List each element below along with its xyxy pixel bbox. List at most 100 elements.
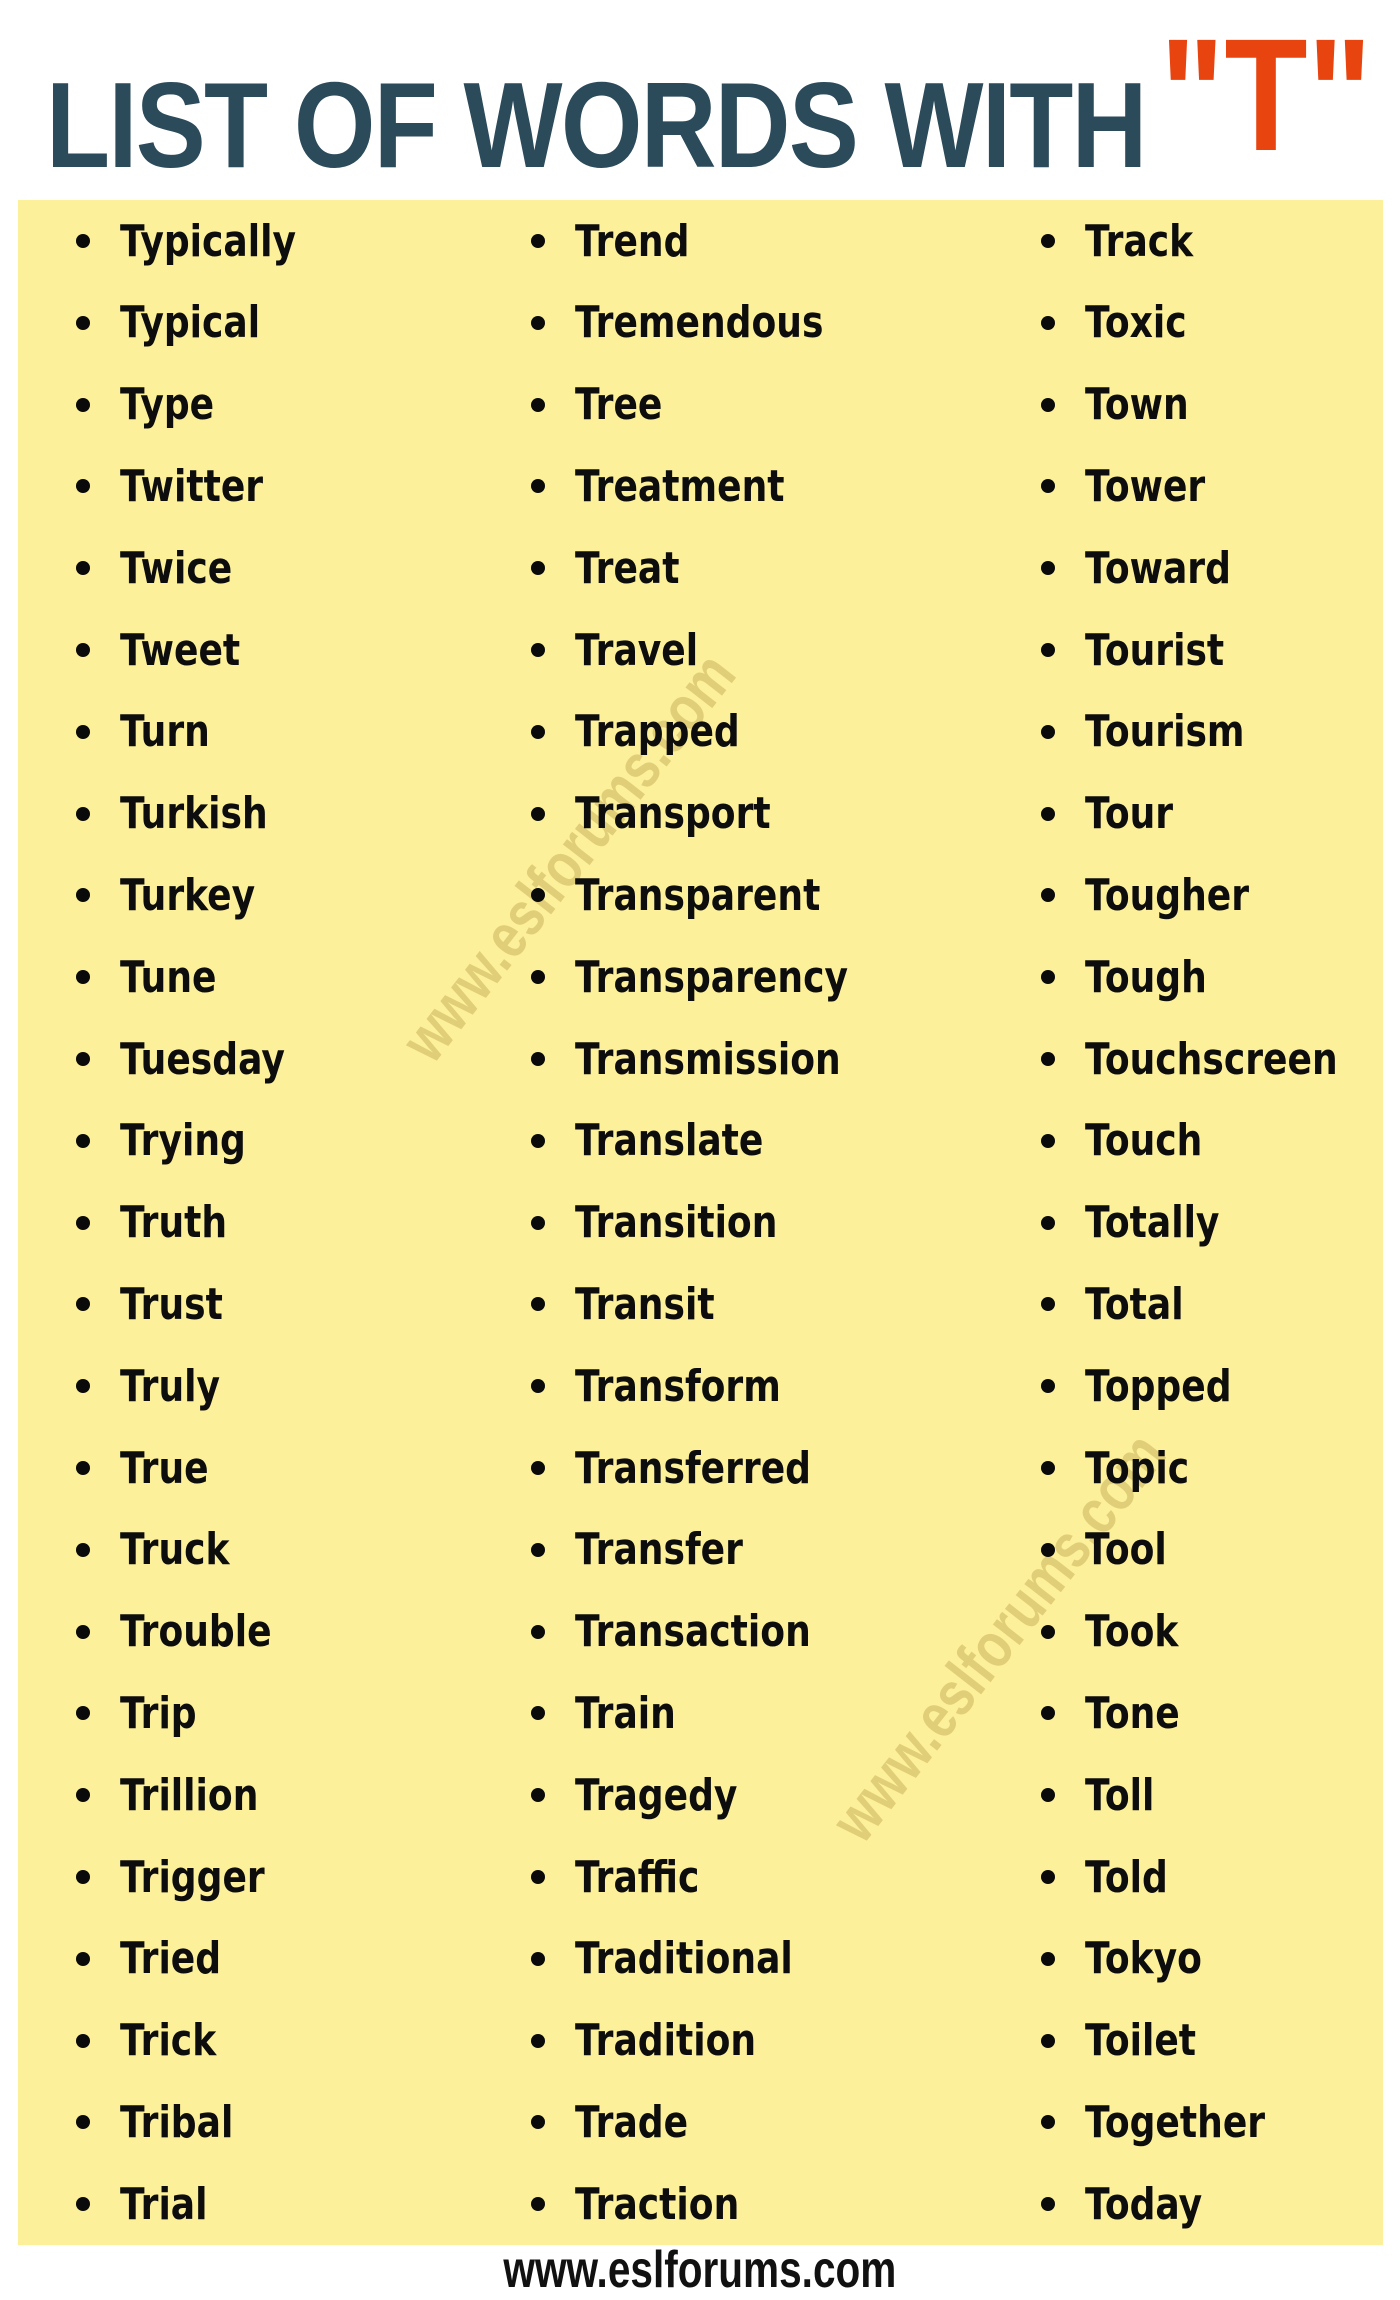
word-label: Tremendous [575,297,824,349]
list-item: Tourist [1041,609,1255,691]
bullet-icon [76,315,90,330]
word-label: Tried [120,1933,222,1985]
word-label: Tweet [120,624,241,676]
list-item: Tree [531,364,682,446]
bullet-icon [1041,1215,1055,1230]
list-item: Truly [76,1345,242,1427]
bullet-icon [1041,970,1055,985]
list-item: Translate [531,1100,805,1182]
word-label: Transition [575,1197,778,1249]
list-item: Turn [76,691,230,773]
bullet-icon [1041,2115,1055,2130]
bullet-icon [531,1052,545,1066]
word-label: Toll [1085,1769,1155,1821]
list-item: Transition [531,1182,822,1264]
word-label: Transport [575,788,771,840]
footer-url: www.eslforums.com [0,2240,1400,2300]
word-label: Touch [1085,1115,1203,1167]
list-item: Topic [1041,1427,1212,1509]
bullet-icon [1041,1706,1055,1721]
list-item: Tweet [76,609,267,691]
list-item: Trial [76,2163,227,2245]
bullet-icon [1041,315,1055,330]
list-item: Tone [1041,1672,1201,1754]
bullet-icon [531,315,545,330]
bullet-icon [531,724,545,739]
bullet-icon [1041,2033,1055,2048]
list-item: Transit [531,1263,745,1345]
bullet-icon [76,806,90,821]
list-item: Today [1041,2163,1228,2245]
word-label: Trial [120,2178,208,2230]
bullet-icon [1041,806,1055,821]
bullet-icon [531,1951,545,1966]
list-item: Tool [1041,1509,1185,1591]
list-item: Tune [76,936,238,1018]
list-item: Tribal [76,2081,258,2163]
word-label: Traffic [575,1851,700,1903]
bullet-icon [76,479,90,494]
list-item: Told [1041,1836,1186,1918]
word-label: Trip [120,1687,197,1739]
list-item: Trying [76,1100,273,1182]
list-item: Transport [531,773,814,855]
word-label: Tribal [120,2096,234,2148]
word-label: Tuesday [120,1033,285,1085]
word-label: Together [1085,2096,1266,2148]
list-item: Traditional [531,1918,841,2000]
footer-url-text: www.eslforums.com [503,2241,897,2299]
bullet-icon [76,1461,90,1475]
bullet-icon [531,1706,545,1721]
bullet-icon [531,1624,545,1639]
list-item: True [76,1427,228,1509]
list-item: Took [1041,1591,1199,1673]
bullet-icon [531,1870,545,1884]
bullet-icon [1041,1379,1055,1394]
list-item: Tour [1041,773,1192,855]
word-label: Turkish [120,788,268,840]
list-item: Tokyo [1041,1918,1228,2000]
bullet-icon [1041,234,1055,248]
list-item: Total [1041,1263,1205,1345]
word-label: Trend [575,215,690,267]
bullet-icon [76,2033,90,2048]
list-item: Truck [76,1509,254,1591]
bullet-icon [76,1542,90,1557]
list-item: Tougher [1041,854,1285,936]
word-label: Travel [575,624,699,676]
bullet-icon [1041,1624,1055,1639]
bullet-icon [531,397,545,412]
list-item: Typically [76,200,335,282]
word-label: Turn [120,706,210,758]
list-item: Touch [1041,1100,1228,1182]
bullet-icon [1041,1870,1055,1884]
word-label: Transparent [575,869,821,921]
list-item: Trend [531,200,715,282]
word-label: Trillion [120,1769,259,1821]
list-item: Toll [1041,1754,1170,1836]
bullet-icon [76,2115,90,2130]
word-label: Tool [1085,1524,1167,1576]
bullet-icon [76,234,90,248]
list-item: Trick [76,2000,237,2082]
list-item: Twitter [76,445,295,527]
list-item: Turkey [76,854,285,936]
word-label: Transit [575,1278,715,1330]
word-label: True [120,1442,209,1494]
list-item: Transaction [531,1591,863,1673]
word-label: Total [1085,1278,1184,1330]
word-label: Tower [1085,460,1206,512]
bullet-icon [76,561,90,576]
word-label: Told [1085,1851,1168,1903]
bullet-icon [531,888,545,903]
word-label: Toilet [1085,2015,1197,2067]
list-item: Trust [76,1263,245,1345]
word-label: Topic [1085,1442,1190,1494]
bullet-icon [531,1788,545,1803]
list-item: Typical [76,282,291,364]
word-label: Tree [575,379,663,431]
word-label: Treat [575,542,680,594]
word-label: Today [1085,2178,1203,2230]
bullet-icon [1041,888,1055,903]
list-item: Transmission [531,1018,899,1100]
